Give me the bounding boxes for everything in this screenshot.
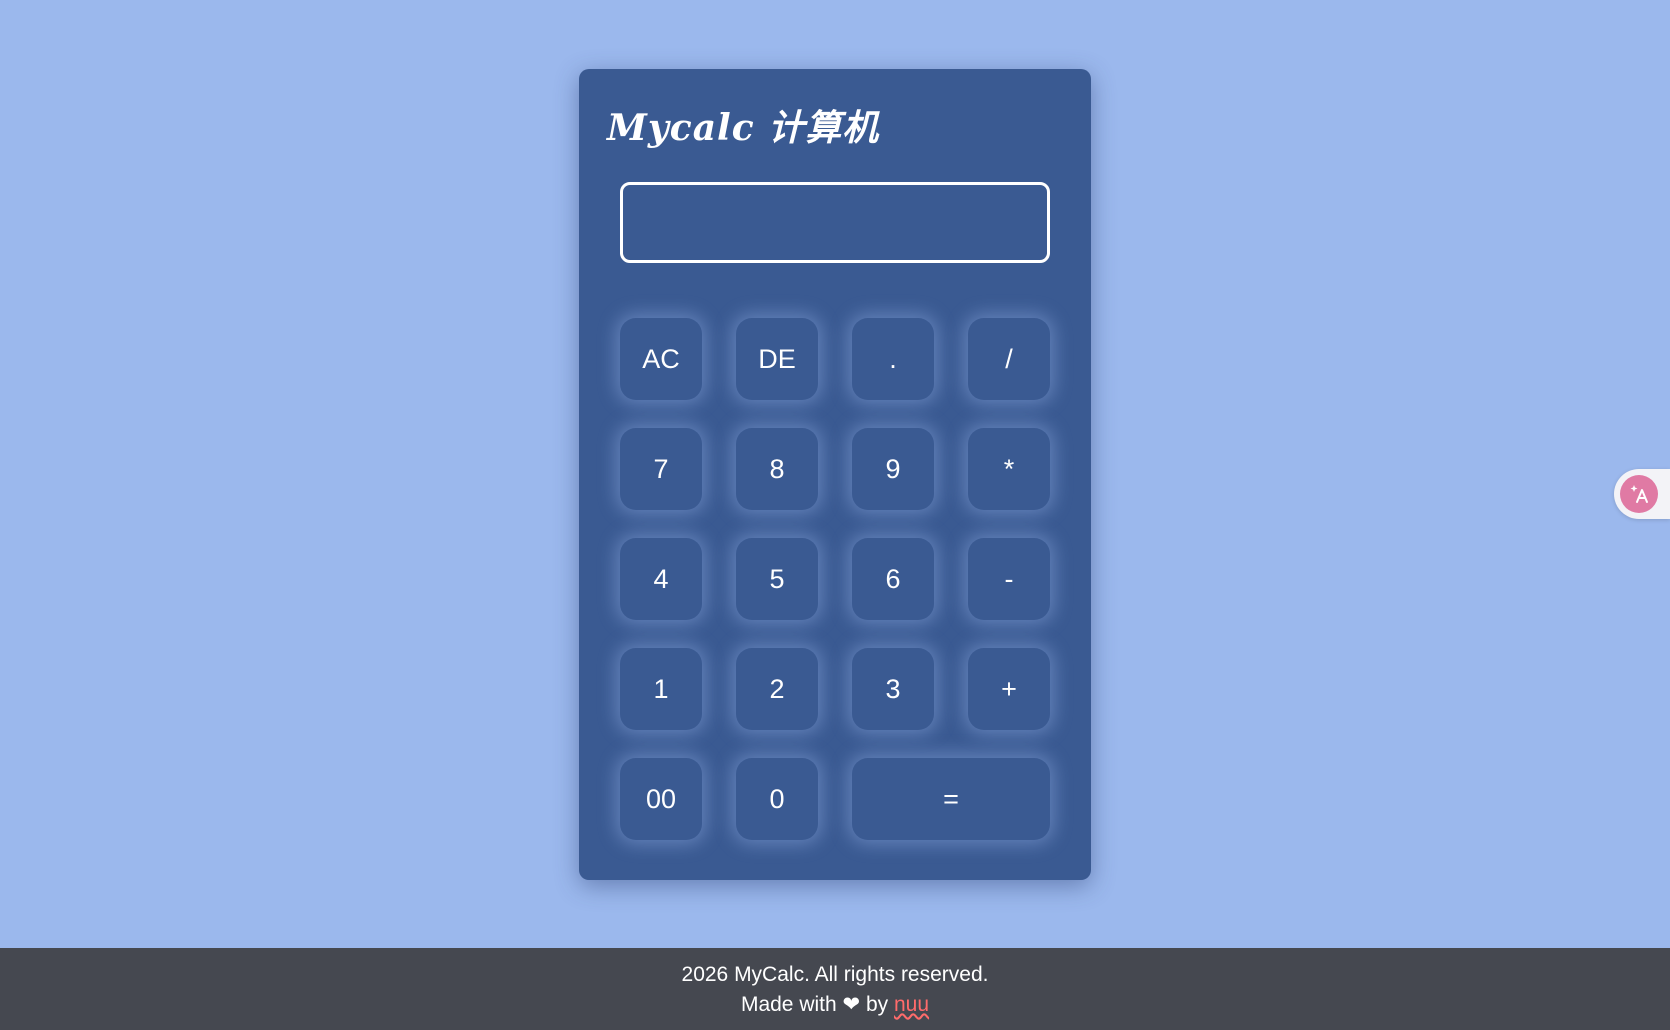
page: Mycalc 计算机 AC DE . / 7 8 9 * 4 5 6 - 1 2… (0, 0, 1670, 1030)
minus-button[interactable]: - (968, 538, 1050, 620)
decimal-button[interactable]: . (852, 318, 934, 400)
calculator-panel: Mycalc 计算机 AC DE . / 7 8 9 * 4 5 6 - 1 2… (579, 69, 1091, 880)
author-link[interactable]: nuu (894, 993, 929, 1016)
digit-3-button[interactable]: 3 (852, 648, 934, 730)
calculator-display[interactable] (620, 182, 1050, 263)
heart-icon: ❤ (842, 993, 861, 1016)
footer-by: by (865, 993, 889, 1016)
multiply-button[interactable]: * (968, 428, 1050, 510)
digit-4-button[interactable]: 4 (620, 538, 702, 620)
digit-6-button[interactable]: 6 (852, 538, 934, 620)
digit-7-button[interactable]: 7 (620, 428, 702, 510)
footer-credits: Made with ❤ by nuu (0, 990, 1670, 1020)
digit-5-button[interactable]: 5 (736, 538, 818, 620)
digit-2-button[interactable]: 2 (736, 648, 818, 730)
all-clear-button[interactable]: AC (620, 318, 702, 400)
footer: 2026 MyCalc. All rights reserved. Made w… (0, 948, 1670, 1030)
plus-button[interactable]: + (968, 648, 1050, 730)
double-zero-button[interactable]: 00 (620, 758, 702, 840)
digit-9-button[interactable]: 9 (852, 428, 934, 510)
digit-8-button[interactable]: 8 (736, 428, 818, 510)
divide-button[interactable]: / (968, 318, 1050, 400)
digit-0-button[interactable]: 0 (736, 758, 818, 840)
equals-button[interactable]: = (852, 758, 1050, 840)
digit-1-button[interactable]: 1 (620, 648, 702, 730)
translate-button[interactable] (1614, 469, 1670, 519)
translate-icon (1620, 475, 1658, 513)
footer-copyright: 2026 MyCalc. All rights reserved. (681, 963, 989, 986)
footer-made-with: Made with (740, 993, 837, 1016)
delete-button[interactable]: DE (736, 318, 818, 400)
app-title: Mycalc 计算机 (607, 107, 880, 149)
